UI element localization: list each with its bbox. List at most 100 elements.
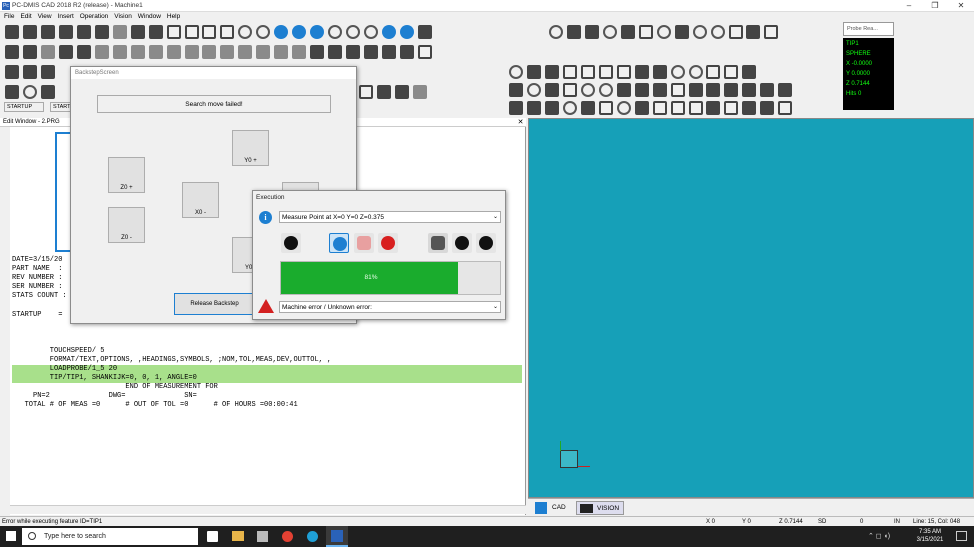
measure-11-icon[interactable] — [688, 101, 703, 115]
print-icon[interactable] — [40, 25, 55, 39]
taskbar-search-input[interactable]: Type here to search — [22, 528, 198, 545]
cloud-icon[interactable] — [382, 25, 397, 39]
auto-cyl-icon[interactable] — [652, 65, 667, 79]
dims5-icon[interactable] — [166, 45, 181, 59]
measure-4-icon[interactable] — [562, 101, 577, 115]
close-file-icon[interactable] — [58, 25, 73, 39]
open-folder-icon[interactable] — [22, 25, 37, 39]
auto-sphere-icon[interactable] — [688, 65, 703, 79]
code-line-highlighted[interactable]: TIP/TIP1, SHANKIJK=0, 0, 1, ANGLE=0 — [12, 374, 522, 383]
construct-4-icon[interactable] — [562, 83, 577, 97]
slot-icon[interactable] — [638, 25, 653, 39]
view-cube-2-icon[interactable] — [328, 45, 343, 59]
y-plus-button[interactable]: Y0 + — [232, 130, 269, 166]
z-plus-button[interactable]: Z0 + — [108, 157, 145, 193]
measure-6-icon[interactable] — [598, 101, 613, 115]
ring-icon[interactable] — [692, 25, 707, 39]
auto-angle-icon[interactable] — [724, 65, 739, 79]
view-cube-6-icon[interactable] — [399, 45, 414, 59]
measure-1-icon[interactable] — [509, 101, 523, 115]
file-explorer-icon[interactable] — [232, 531, 244, 541]
dims6-icon[interactable] — [184, 45, 199, 59]
construct-10-icon[interactable] — [670, 83, 685, 97]
cad-viewport[interactable] — [528, 118, 974, 498]
startup-tab[interactable]: STARTUP — [4, 102, 44, 112]
align-icon[interactable] — [5, 45, 19, 59]
plane-icon[interactable] — [584, 25, 599, 39]
header-line[interactable]: SER NUMBER : — [12, 283, 62, 292]
dims10-icon[interactable] — [256, 45, 271, 59]
auto-slot-icon[interactable] — [562, 65, 577, 79]
save-icon[interactable] — [76, 25, 91, 39]
cloud-op-2-icon[interactable] — [22, 65, 37, 79]
notification-icon[interactable] — [956, 531, 967, 541]
pause-button[interactable] — [354, 233, 374, 253]
auto-point-icon[interactable] — [509, 65, 523, 79]
probe-icon[interactable] — [292, 25, 307, 39]
dims12-icon[interactable] — [292, 45, 307, 59]
color-icon[interactable] — [112, 25, 127, 39]
print-preview-icon[interactable] — [94, 25, 109, 39]
construct-14-icon[interactable] — [742, 83, 757, 97]
dims7-icon[interactable] — [202, 45, 217, 59]
maximize-icon[interactable]: ❐ — [922, 0, 948, 11]
construct-7-icon[interactable] — [616, 83, 631, 97]
move-icon[interactable] — [274, 25, 289, 39]
undo-icon[interactable] — [58, 45, 73, 59]
arrow-right-icon[interactable] — [22, 45, 37, 59]
clock[interactable]: 7:35 AM 3/15/2021 — [910, 528, 950, 544]
z-minus-button[interactable]: Z0 - — [108, 207, 145, 243]
auto-curve-icon[interactable] — [634, 65, 649, 79]
store-icon[interactable] — [257, 531, 268, 542]
code-line-highlighted[interactable]: LOADPROBE/1_5 20 — [12, 365, 522, 374]
chrome-icon[interactable] — [282, 531, 293, 542]
dims11-icon[interactable] — [274, 45, 289, 59]
measure-13-icon[interactable] — [724, 101, 739, 115]
skip-button[interactable] — [428, 233, 448, 253]
cube-icon[interactable] — [417, 25, 432, 39]
ball-icon[interactable] — [710, 25, 725, 39]
menu-view[interactable]: View — [38, 12, 52, 22]
run-icon[interactable] — [5, 85, 19, 99]
jump-button[interactable] — [476, 233, 496, 253]
command-select[interactable]: Measure Point at X=0 Y=0 Z=0.375 ⌄ — [279, 211, 501, 223]
measure-5-icon[interactable] — [580, 101, 595, 115]
continue-button[interactable] — [452, 233, 472, 253]
construct-13-icon[interactable] — [724, 83, 739, 97]
construct-8-icon[interactable] — [634, 83, 649, 97]
construct-9-icon[interactable] — [652, 83, 667, 97]
tab-cad[interactable]: CAD — [532, 501, 572, 515]
pcdmis-taskbar-button[interactable] — [326, 526, 348, 547]
menu-operation[interactable]: Operation — [80, 12, 109, 22]
measure-10-icon[interactable] — [670, 101, 685, 115]
measure-15-icon[interactable] — [760, 101, 775, 115]
dims2-icon[interactable] — [112, 45, 127, 59]
menu-insert[interactable]: Insert — [58, 12, 74, 22]
measure-8-icon[interactable] — [634, 101, 649, 115]
play-button[interactable] — [329, 233, 349, 253]
auto-line-icon[interactable] — [526, 65, 541, 79]
menu-vision[interactable]: Vision — [114, 12, 132, 22]
header-line[interactable]: PART NAME : — [12, 265, 62, 274]
construct-6-icon[interactable] — [598, 83, 613, 97]
x-minus-button[interactable]: X0 - — [182, 182, 219, 218]
header-line[interactable]: DATE=3/15/20 — [12, 256, 62, 265]
settings-icon[interactable] — [728, 25, 743, 39]
fit-icon[interactable] — [184, 25, 199, 39]
new-file-icon[interactable] — [5, 25, 19, 39]
construct-15-icon[interactable] — [760, 83, 775, 97]
start-tab[interactable]: START — [50, 102, 72, 112]
palette-icon[interactable] — [130, 25, 145, 39]
torus-icon[interactable] — [674, 25, 689, 39]
construct-5-icon[interactable] — [580, 83, 595, 97]
pan-icon[interactable] — [220, 25, 235, 39]
construct-2-icon[interactable] — [526, 83, 541, 97]
rotate-icon[interactable] — [202, 25, 217, 39]
measure-7-icon[interactable] — [616, 101, 631, 115]
measure-14-icon[interactable] — [742, 101, 757, 115]
cone-icon[interactable] — [656, 25, 671, 39]
dims9-icon[interactable] — [238, 45, 253, 59]
disk-icon[interactable] — [346, 25, 361, 39]
auto-edge-icon[interactable] — [706, 65, 721, 79]
construct-3-icon[interactable] — [544, 83, 559, 97]
